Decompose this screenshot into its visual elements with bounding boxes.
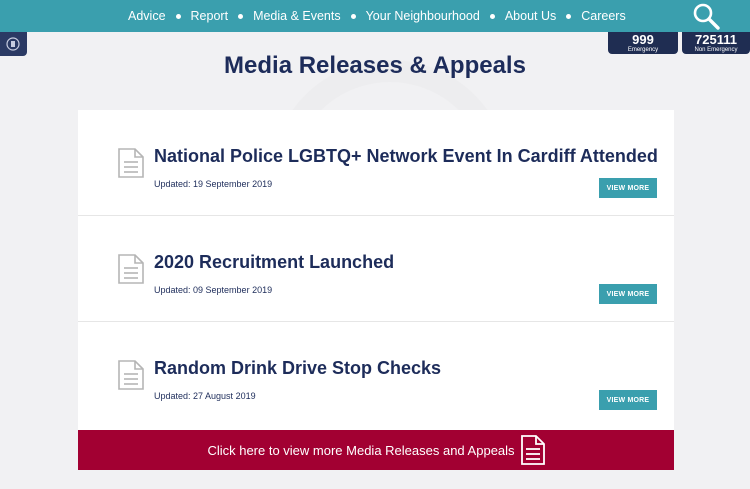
media-release-item: National Police LGBTQ+ Network Event In … (78, 110, 674, 216)
document-icon (118, 360, 144, 390)
view-more-releases-banner[interactable]: Click here to view more Media Releases a… (78, 430, 674, 470)
release-date: Updated: 27 August 2019 (154, 391, 256, 401)
document-icon (520, 435, 545, 465)
non-emergency-number-badge[interactable]: 725111 Non Emergency (682, 32, 750, 54)
release-title[interactable]: 2020 Recruitment Launched (154, 252, 394, 273)
nav-separator (566, 13, 572, 19)
nav-link-media-events[interactable]: Media & Events (253, 9, 341, 23)
document-icon (118, 254, 144, 284)
nav-link-your-neighbourhood[interactable]: Your Neighbourhood (366, 9, 480, 23)
emergency-number: 999 (632, 32, 654, 47)
document-icon (118, 148, 144, 178)
view-more-button[interactable]: VIEW MORE (599, 284, 657, 304)
nav-link-careers[interactable]: Careers (581, 9, 625, 23)
view-more-button[interactable]: VIEW MORE (599, 178, 657, 198)
release-date: Updated: 19 September 2019 (154, 179, 273, 189)
release-title[interactable]: National Police LGBTQ+ Network Event In … (154, 146, 658, 167)
nav-link-advice[interactable]: Advice (128, 9, 166, 23)
search-icon[interactable] (692, 2, 720, 30)
release-title[interactable]: Random Drink Drive Stop Checks (154, 358, 441, 379)
banner-text: Click here to view more Media Releases a… (207, 442, 515, 458)
nav-separator (175, 13, 181, 19)
emergency-number-badge[interactable]: 999 Emergency (608, 32, 678, 54)
nav-separator (350, 13, 356, 19)
media-release-list: National Police LGBTQ+ Network Event In … (78, 110, 674, 430)
non-emergency-number: 725111 (695, 32, 737, 47)
nav-items: Advice Report Media & Events Your Neighb… (128, 0, 626, 32)
nav-link-report[interactable]: Report (191, 9, 229, 23)
release-date: Updated: 09 September 2019 (154, 285, 273, 295)
media-release-item: 2020 Recruitment Launched Updated: 09 Se… (78, 216, 674, 322)
media-release-item: Random Drink Drive Stop Checks Updated: … (78, 322, 674, 430)
page-title: Media Releases & Appeals (224, 52, 526, 79)
nav-separator (238, 13, 244, 19)
view-more-button[interactable]: VIEW MORE (599, 390, 657, 410)
top-navigation: Advice Report Media & Events Your Neighb… (0, 0, 750, 32)
nav-separator (489, 13, 495, 19)
nav-link-about-us[interactable]: About Us (505, 9, 556, 23)
